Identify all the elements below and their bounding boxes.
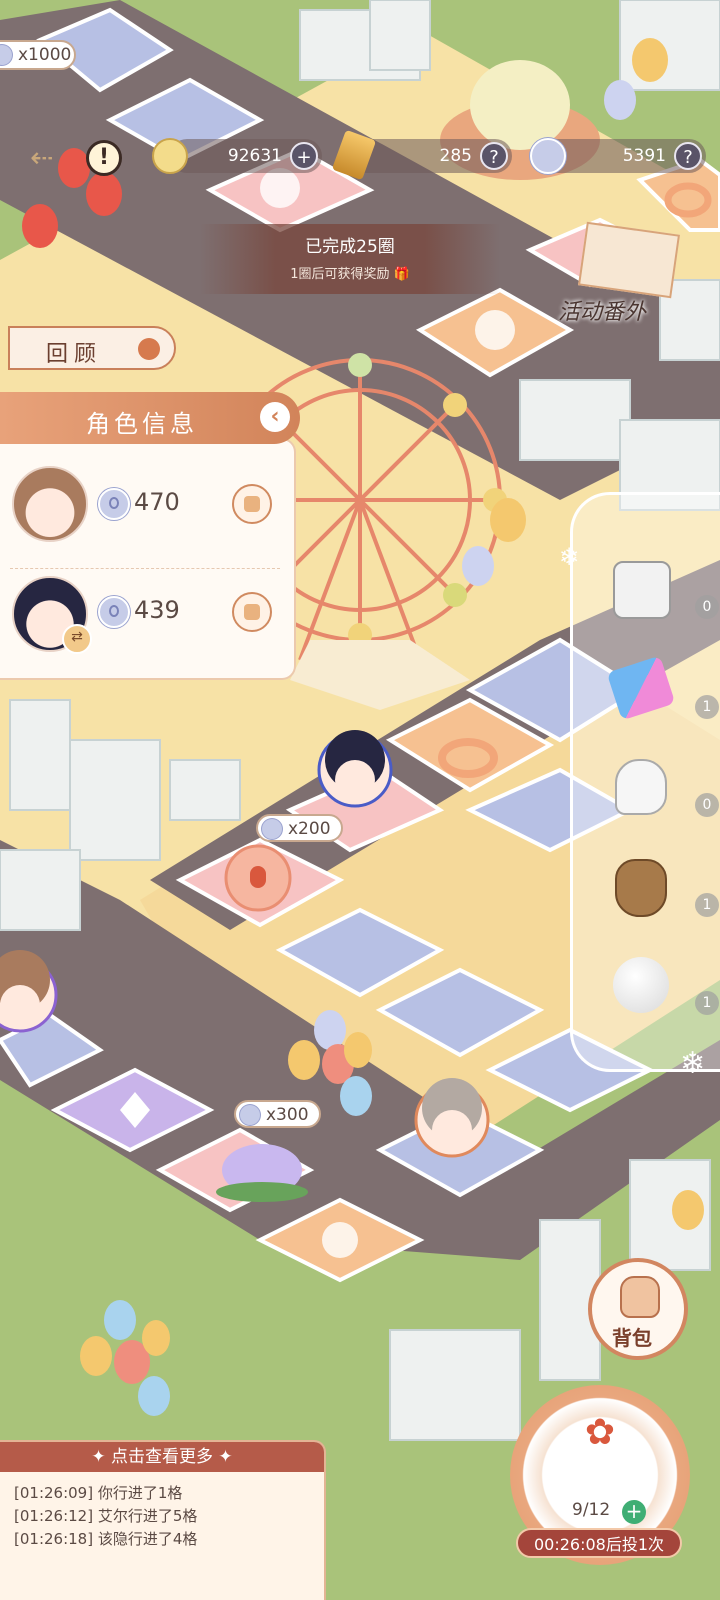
review-label: 回顾 <box>46 342 103 367</box>
swap-item[interactable]: 1 <box>606 655 719 725</box>
log-timestamp: [01:26:09] <box>14 1484 94 1502</box>
dice-item[interactable]: 0 <box>607 555 719 625</box>
roll-count: 9/12 <box>572 1500 611 1520</box>
role-row: ⇄ 439 <box>0 564 290 674</box>
point-coin-icon <box>0 45 12 65</box>
log-line: [01:26:12] 艾尔行进了5格 <box>14 1505 197 1526</box>
item-count: 0 <box>695 793 719 817</box>
tile-reward-bubble: x300 <box>234 1100 321 1128</box>
view-more-label: 点击查看更多 <box>111 1447 213 1467</box>
log-timestamp: [01:26:12] <box>14 1507 94 1525</box>
snowball-item[interactable]: 1 <box>607 951 719 1021</box>
gold-currency: 92631 + <box>170 139 322 173</box>
tile-reward-bubble: x1000 <box>0 40 76 70</box>
snowflake-icon: ❄ <box>559 543 580 571</box>
point-coin-icon <box>240 1105 260 1125</box>
activity-extra-button[interactable]: 活动番外 <box>548 221 688 332</box>
item-count: 1 <box>695 893 719 917</box>
back-arrow-icon[interactable]: ⇠ <box>30 144 78 172</box>
character-avatar[interactable] <box>12 466 88 542</box>
log-header[interactable]: ✦ 点击查看更多 ✦ <box>0 1442 324 1472</box>
item-count: 1 <box>695 695 719 719</box>
dice-icon <box>613 561 671 619</box>
gem-amount: 285 <box>439 146 472 166</box>
swap-icon[interactable]: ⇄ <box>62 624 92 654</box>
point-coin-icon <box>262 819 282 839</box>
play-arrow-icon <box>138 338 160 360</box>
log-line: [01:26:18] 该隐行进了4格 <box>14 1528 197 1549</box>
points-help-button[interactable]: ? <box>674 142 702 170</box>
gold-amount: 92631 <box>227 146 282 166</box>
alert-icon[interactable]: ! <box>86 140 122 176</box>
gem-help-button[interactable]: ? <box>480 142 508 170</box>
role-list: 470 ⇄ 439 <box>0 438 296 680</box>
activity-extra-label: 活动番外 <box>558 300 647 325</box>
event-log[interactable]: ✦ 点击查看更多 ✦ [01:26:09] 你行进了1格 [01:26:12] … <box>0 1440 326 1600</box>
snowflake-icon: ❄ <box>680 1046 706 1081</box>
review-button[interactable]: 回顾 <box>8 326 176 370</box>
role-points: 439 <box>134 596 180 624</box>
collapse-chevron-icon[interactable]: ‹ <box>260 402 290 432</box>
role-gift-button[interactable] <box>232 484 272 524</box>
log-text: 该隐行进了4格 <box>97 1530 198 1548</box>
log-timestamp: [01:26:18] <box>14 1530 94 1548</box>
roll-timer: 00:26:08后投1次 <box>516 1528 682 1558</box>
role-points: 470 <box>134 488 180 516</box>
point-coin-icon <box>98 596 130 628</box>
add-gold-button[interactable]: + <box>290 142 318 170</box>
film-card-icon <box>578 221 680 299</box>
laps-completed-text: 已完成25圈 <box>305 237 395 257</box>
flower-emblem-icon: ✿ <box>584 1412 616 1453</box>
backpack-icon <box>620 1276 660 1318</box>
glove-icon <box>615 759 667 815</box>
role-gift-button[interactable] <box>232 592 272 632</box>
sparkle-icon: ✦ <box>91 1447 111 1467</box>
gold-coin-icon <box>152 138 188 174</box>
item-count: 1 <box>695 991 719 1015</box>
backpack-label: 背包 <box>612 1326 652 1350</box>
item-count: 0 <box>695 595 719 619</box>
role-info-panel: 470 ⇄ 439 角色信息 ‹ <box>0 392 306 682</box>
backpack-button[interactable]: 背包 <box>588 1258 688 1360</box>
add-roll-button[interactable]: + <box>622 1500 646 1524</box>
lap-progress-banner: 已完成25圈 1圈后可获得奖励 🎁 <box>200 224 500 294</box>
tile-reward-bubble: x200 <box>256 814 343 842</box>
sack-icon <box>615 859 667 917</box>
snowball-icon <box>613 957 669 1013</box>
role-info-header[interactable]: 角色信息 ‹ <box>0 392 300 444</box>
tile-reward-label: x300 <box>266 1105 309 1125</box>
lap-reward-hint: 1圈后可获得奖励 <box>290 267 390 282</box>
item-tray: ❄ 0 1 0 1 1 <box>559 492 720 1072</box>
sparkle-icon: ✦ <box>218 1447 233 1467</box>
log-text: 艾尔行进了5格 <box>97 1507 198 1525</box>
role-row: 470 <box>0 450 290 569</box>
tile-reward-label: x1000 <box>18 45 72 65</box>
log-line: [01:26:09] 你行进了1格 <box>14 1482 182 1503</box>
point-coin-icon <box>530 138 566 174</box>
gift-icon: 🎁 <box>393 267 410 282</box>
role-info-title: 角色信息 <box>86 410 198 438</box>
glove-item[interactable]: 0 <box>607 753 719 823</box>
sack-item[interactable]: 1 <box>607 853 719 923</box>
points-amount: 5391 <box>622 146 666 166</box>
tile-reward-label: x200 <box>288 819 331 839</box>
point-coin-icon <box>98 488 130 520</box>
log-text: 你行进了1格 <box>97 1484 183 1502</box>
swap-arrows-icon <box>606 655 676 721</box>
